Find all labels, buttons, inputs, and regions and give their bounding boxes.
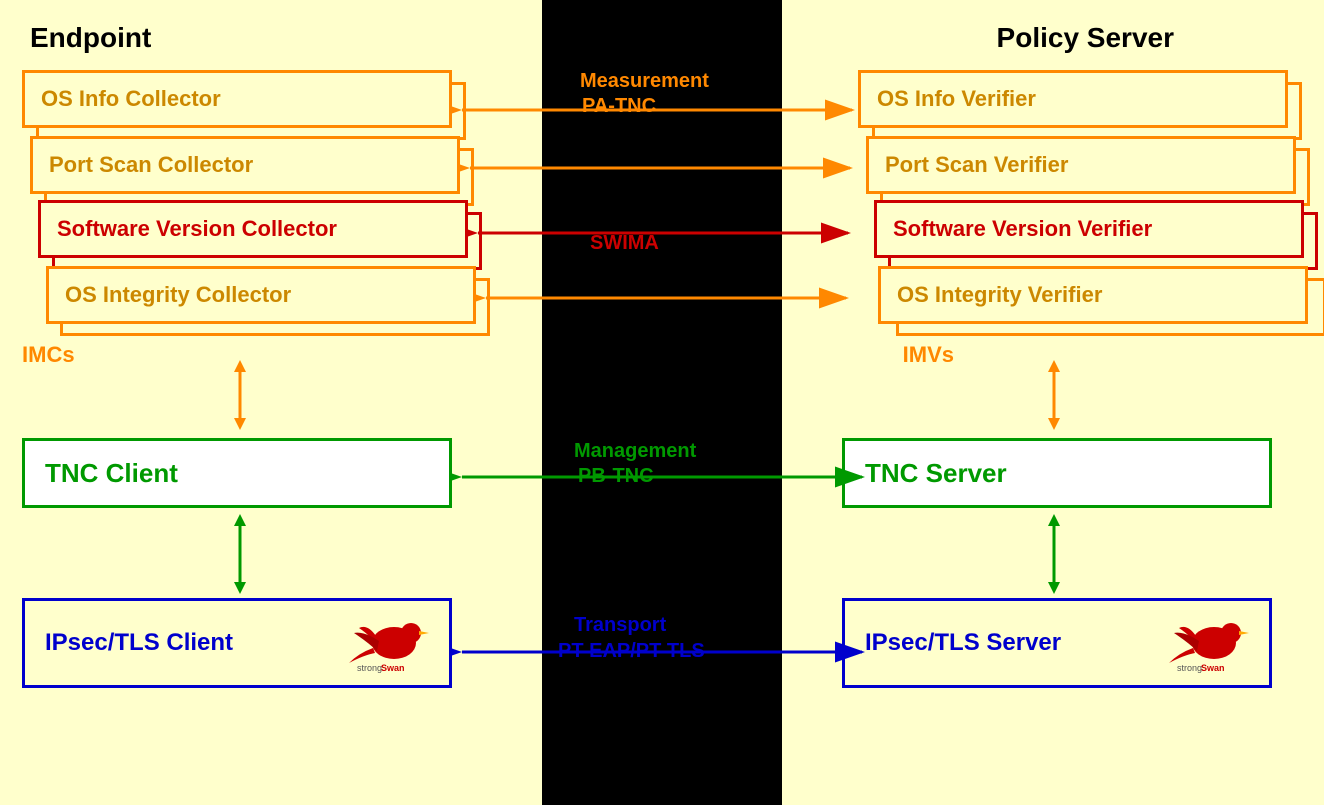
svg-text:strong: strong [357, 663, 382, 673]
transport-arrow [452, 630, 882, 674]
os-integrity-verifier-box: OS Integrity Verifier [878, 266, 1308, 324]
right-title: Policy Server [997, 22, 1174, 54]
software-version-collector-box: Software Version Collector [38, 200, 468, 258]
port-scan-arrow [460, 153, 870, 183]
right-green-vertical-arrow [1034, 514, 1074, 594]
port-scan-verifier-box: Port Scan Verifier [866, 136, 1296, 194]
right-vertical-arrow [1034, 360, 1074, 430]
svg-text:Swan: Swan [1201, 663, 1225, 673]
os-info-collector-box: OS Info Collector [22, 70, 452, 128]
os-info-verifier-box: OS Info Verifier [858, 70, 1288, 128]
software-version-verifier-label: Software Version Verifier [893, 216, 1152, 242]
ipsec-server-box: IPsec/TLS Server strong Swan [842, 598, 1272, 688]
strongswan-logo-right: strong Swan [1159, 613, 1249, 673]
os-integrity-verifier-label: OS Integrity Verifier [897, 282, 1102, 308]
left-vertical-arrow [220, 360, 260, 430]
os-integrity-arrow [476, 283, 866, 313]
tnc-client-box: TNC Client [22, 438, 452, 508]
svg-text:Swan: Swan [381, 663, 405, 673]
imc-label: IMCs [22, 342, 75, 368]
management-arrow [452, 455, 882, 499]
os-info-collector-label: OS Info Collector [41, 86, 221, 112]
diagram: Endpoint Policy Server OS Info Collector… [0, 0, 1324, 805]
ipsec-server-label: IPsec/TLS Server [865, 629, 1061, 657]
software-version-collector-label: Software Version Collector [57, 216, 337, 242]
tnc-client-label: TNC Client [45, 458, 178, 489]
ipsec-client-box: IPsec/TLS Client strong Swan [22, 598, 452, 688]
tnc-server-label: TNC Server [865, 458, 1007, 489]
measurement-arrow [452, 88, 872, 132]
left-title: Endpoint [30, 22, 151, 54]
os-integrity-collector-box: OS Integrity Collector [46, 266, 476, 324]
os-info-verifier-label: OS Info Verifier [877, 86, 1036, 112]
imv-label: IMVs [903, 342, 954, 368]
os-integrity-collector-label: OS Integrity Collector [65, 282, 291, 308]
ipsec-client-label: IPsec/TLS Client [45, 629, 233, 657]
swima-arrow [468, 218, 868, 248]
software-version-verifier-box: Software Version Verifier [874, 200, 1304, 258]
port-scan-verifier-label: Port Scan Verifier [885, 152, 1068, 178]
port-scan-collector-label: Port Scan Collector [49, 152, 253, 178]
strongswan-logo-left: strong Swan [339, 613, 429, 673]
port-scan-collector-box: Port Scan Collector [30, 136, 460, 194]
svg-text:strong: strong [1177, 663, 1202, 673]
left-green-vertical-arrow [220, 514, 260, 594]
tnc-server-box: TNC Server [842, 438, 1272, 508]
